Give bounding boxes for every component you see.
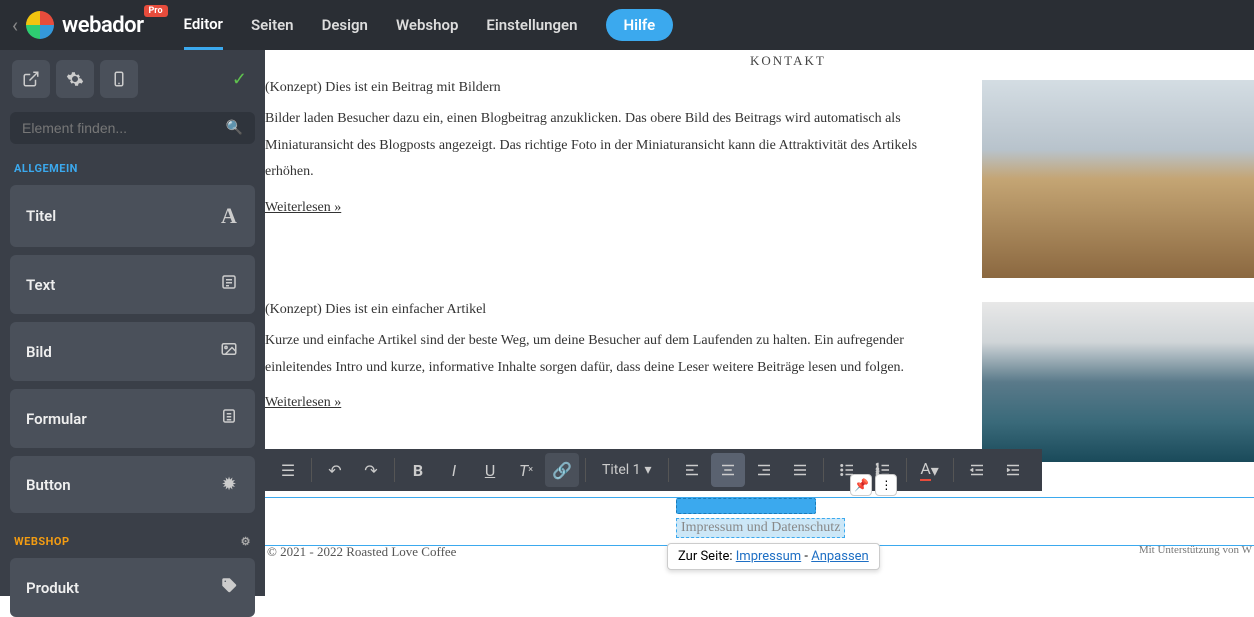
brand-name: webador [62,13,144,38]
sidebar: ✓ 🔍 ALLGEMEIN Titel A Text Bild Formular… [0,50,265,596]
page-footer: © 2021 - 2022 Roasted Love Coffee Mit Un… [265,544,1254,560]
underline-button[interactable]: U [473,453,507,487]
bold-button[interactable]: B [401,453,435,487]
more-button[interactable]: ⋮ [875,474,897,496]
logo[interactable]: webador Pro [26,11,144,39]
chevron-down-icon: ▾ [645,462,652,478]
pin-button[interactable]: 📌 [850,474,872,496]
nav-editor[interactable]: Editor [184,1,223,50]
check-icon: ✓ [232,69,247,90]
nav-einstellungen[interactable]: Einstellungen [486,2,577,48]
undo-button[interactable]: ↶ [318,453,352,487]
article-1[interactable]: (Konzept) Dies ist ein Beitrag mit Bilde… [265,72,1254,294]
form-icon [219,407,239,430]
element-titel[interactable]: Titel A [10,185,255,247]
element-text[interactable]: Text [10,255,255,314]
rich-text-toolbar: ☰ ↶ ↷ B I U T× 🔗 Titel 1 ▾ 123 A ▾ [265,449,1042,491]
search-icon: 🔍 [226,120,243,136]
burst-icon: ✹ [219,474,239,495]
article-2-image[interactable] [982,302,1254,462]
footer-credit: Mit Unterstützung von W [1139,544,1252,560]
logo-icon [26,11,54,39]
text-color-button[interactable]: A ▾ [913,453,947,487]
nav-webshop[interactable]: Webshop [396,2,458,48]
external-link-button[interactable] [12,60,50,98]
help-button[interactable]: Hilfe [606,9,674,41]
nav-seiten[interactable]: Seiten [251,2,294,48]
clear-format-button[interactable]: T× [509,453,543,487]
back-chevron-icon[interactable]: ‹ [12,13,18,37]
selected-element[interactable]: 📌 ⋮ Impressum und Datenschutz [676,498,845,538]
section-allgemein-label: ALLGEMEIN [0,158,265,185]
image-icon [219,340,239,363]
drag-handle[interactable] [676,498,816,514]
element-bild[interactable]: Bild [10,322,255,381]
element-button[interactable]: Button ✹ [10,456,255,513]
italic-button[interactable]: I [437,453,471,487]
mobile-preview-button[interactable] [100,60,138,98]
align-justify-button[interactable] [783,453,817,487]
text-icon [219,273,239,296]
align-right-button[interactable] [747,453,781,487]
type-icon: A [219,203,239,229]
section-webshop-label: WEBSHOP ⚙ [0,521,265,558]
article-2-readmore[interactable]: Weiterlesen » [265,395,341,411]
gear-icon[interactable]: ⚙ [241,535,251,548]
top-nav: Editor Seiten Design Webshop Einstellung… [184,1,674,50]
search-box[interactable]: 🔍 [10,112,255,144]
menu-button[interactable]: ☰ [271,453,305,487]
selected-link-text[interactable]: Impressum und Datenschutz [676,518,845,538]
align-left-button[interactable] [675,453,709,487]
search-input[interactable] [22,120,226,136]
article-1-body: Bilder laden Besucher dazu ein, einen Bl… [265,106,962,186]
indent-decrease-button[interactable] [960,453,994,487]
article-2-body: Kurze und einfache Artikel sind der best… [265,328,962,381]
redo-button[interactable]: ↷ [354,453,388,487]
article-1-title: (Konzept) Dies ist ein Beitrag mit Bilde… [265,80,962,96]
indent-increase-button[interactable] [996,453,1030,487]
nav-kontakt[interactable]: KONTAKT [750,53,826,69]
nav-design[interactable]: Design [322,2,368,48]
top-bar: ‹ webador Pro Editor Seiten Design Websh… [0,0,1254,50]
article-2-title: (Konzept) Dies ist ein einfacher Artikel [265,302,962,318]
heading-dropdown[interactable]: Titel 1 ▾ [592,462,662,478]
sidebar-toolbar: ✓ [0,50,265,108]
editor-canvas[interactable]: KONTAKT (Konzept) Dies ist ein Beitrag m… [265,50,1254,596]
pro-badge: Pro [144,5,168,17]
link-button[interactable]: 🔗 [545,453,579,487]
footer-copyright: © 2021 - 2022 Roasted Love Coffee [267,544,456,560]
article-1-readmore[interactable]: Weiterlesen » [265,200,341,216]
settings-button[interactable] [56,60,94,98]
article-1-image[interactable] [982,80,1254,278]
element-formular[interactable]: Formular [10,389,255,448]
element-produkt[interactable]: Produkt [10,558,255,617]
align-center-button[interactable] [711,453,745,487]
